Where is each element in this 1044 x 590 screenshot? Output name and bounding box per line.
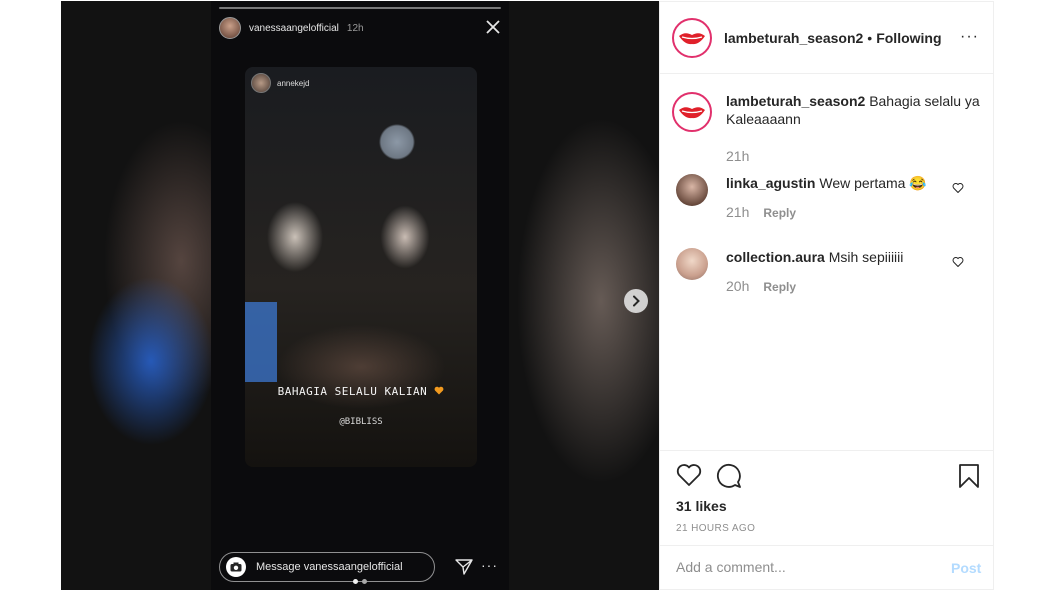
carousel-dot-active: [353, 579, 358, 584]
blue-light: [245, 302, 277, 382]
comment-time[interactable]: 20h: [726, 278, 749, 294]
caption-avatar[interactable]: [672, 92, 712, 132]
comment-time[interactable]: 21h: [726, 204, 749, 220]
close-icon: [486, 20, 500, 34]
orange-heart-icon: [434, 386, 444, 395]
post-timestamp[interactable]: 21 HOURS AGO: [676, 523, 755, 534]
commenter-avatar[interactable]: [676, 174, 708, 206]
like-heart-icon[interactable]: [676, 463, 702, 487]
account-avatar[interactable]: [672, 17, 712, 58]
story-avatar: [219, 17, 241, 39]
commenter-username-link[interactable]: collection.aura: [726, 249, 825, 265]
caption-text: lambeturah_season2 Bahagia selalu ya Kal…: [726, 92, 982, 132]
commenter-username-link[interactable]: linka_agustin: [726, 175, 815, 191]
post-comment-button[interactable]: Post: [951, 560, 981, 576]
comment-text: collection.aura Msih sepiiiiii: [726, 248, 946, 266]
bookmark-icon[interactable]: [958, 463, 980, 489]
caption-time[interactable]: 21h: [726, 148, 749, 164]
story-reply-field: Message vanessaangelofficial: [219, 552, 435, 582]
story-reply-placeholder: Message vanessaangelofficial: [256, 561, 403, 573]
reply-button[interactable]: Reply: [763, 206, 796, 220]
comment-meta: 20h Reply: [726, 278, 796, 294]
comment-bubble-icon[interactable]: [716, 463, 742, 489]
story-screenshot: vanessaangelofficial 12h annekejd BAHAGI…: [211, 1, 509, 590]
header-username-link[interactable]: lambeturah_season2: [724, 30, 863, 46]
comment-meta: 21h Reply: [726, 204, 796, 220]
story-caption-text: BAHAGIA SELALU KALIAN: [277, 385, 428, 398]
story-more-icon: ···: [481, 557, 498, 573]
story-username: vanessaangelofficial: [249, 22, 339, 34]
following-button[interactable]: Following: [876, 30, 941, 46]
post-caption: lambeturah_season2 Bahagia selalu ya Kal…: [672, 92, 982, 132]
story-progress-bar: [219, 7, 501, 9]
chevron-right-icon: [633, 295, 640, 307]
carousel-dots: [353, 579, 367, 584]
send-icon: [455, 559, 473, 575]
inner-username: annekejd: [277, 78, 310, 88]
lips-logo-icon: [679, 107, 705, 119]
likes-count[interactable]: 31 likes: [676, 498, 727, 514]
story-caption: BAHAGIA SELALU KALIAN: [245, 385, 477, 398]
post-media[interactable]: vanessaangelofficial 12h annekejd BAHAGI…: [61, 1, 659, 590]
post-header: lambeturah_season2 • Following ···: [660, 2, 993, 74]
more-options-icon[interactable]: ···: [960, 28, 979, 46]
reply-button[interactable]: Reply: [763, 280, 796, 294]
comment-body: Wew pertama 😂: [819, 175, 927, 191]
heart-icon[interactable]: [952, 256, 964, 268]
story-time: 12h: [346, 22, 364, 34]
heart-icon[interactable]: [952, 182, 964, 194]
next-slide-button[interactable]: [624, 289, 648, 313]
post-side-panel: lambeturah_season2 • Following ··· lambe…: [659, 1, 994, 590]
camera-icon: [226, 557, 246, 577]
lips-logo-icon: [679, 32, 705, 44]
instagram-post-modal: vanessaangelofficial 12h annekejd BAHAGI…: [0, 0, 1044, 590]
post-actions: 31 likes 21 HOURS AGO: [660, 450, 993, 545]
commenter-avatar[interactable]: [676, 248, 708, 280]
story-header: vanessaangelofficial 12h: [219, 17, 364, 39]
story-photo: annekejd BAHAGIA SELALU KALIAN @BIBLISS: [245, 67, 477, 467]
carousel-dot: [362, 579, 367, 584]
header-separator: •: [867, 29, 873, 46]
add-comment-bar: Post: [660, 545, 993, 590]
comment-body: Msih sepiiiiii: [828, 249, 904, 265]
inner-story-header: annekejd: [251, 73, 309, 93]
story-sub-caption: @BIBLISS: [339, 417, 383, 427]
inner-avatar: [251, 73, 271, 93]
comment-text: linka_agustin Wew pertama 😂: [726, 174, 946, 192]
caption-username-link[interactable]: lambeturah_season2: [726, 93, 865, 109]
add-comment-input[interactable]: [676, 559, 926, 575]
